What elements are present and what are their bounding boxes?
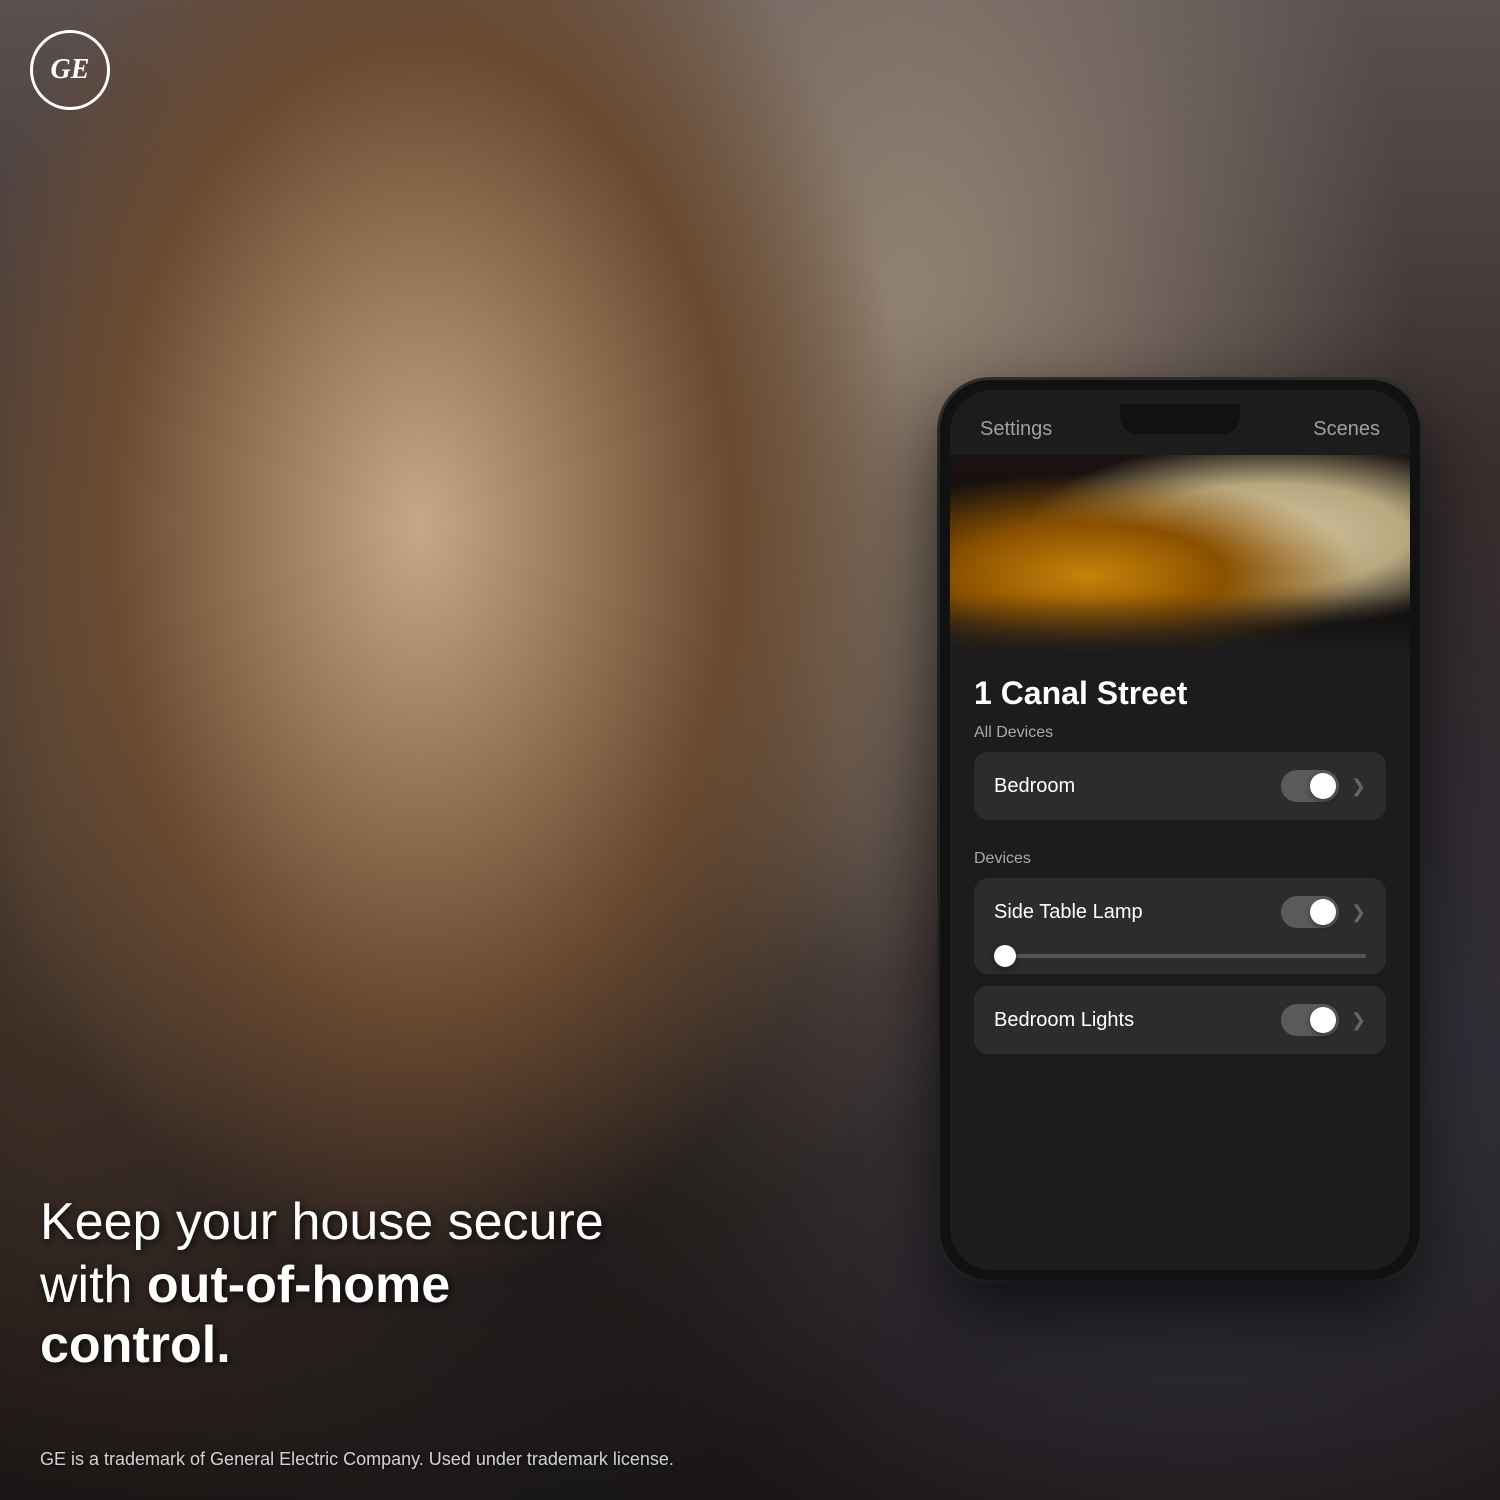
side-table-lamp-group: Side Table Lamp ❯ xyxy=(974,878,1386,974)
bedroom-lights-chevron-icon[interactable]: ❯ xyxy=(1351,1010,1366,1031)
brightness-slider-track[interactable] xyxy=(994,954,1366,958)
side-table-lamp-toggle[interactable] xyxy=(1281,896,1339,928)
side-table-lamp-chevron-icon[interactable]: ❯ xyxy=(1351,902,1366,923)
disclaimer-text: GE is a trademark of General Electric Co… xyxy=(40,1449,674,1470)
all-devices-label: All Devices xyxy=(974,724,1386,742)
bedroom-lights-row[interactable]: Bedroom Lights ❯ xyxy=(974,986,1386,1054)
bedroom-label: Bedroom xyxy=(994,775,1075,798)
phone-screen: Settings Scenes 1 Canal Street All Devic… xyxy=(950,390,1410,1270)
side-table-lamp-toggle-group: ❯ xyxy=(1281,896,1366,928)
ge-logo: GE xyxy=(30,30,110,110)
phone-hero-image xyxy=(950,455,1410,655)
bedroom-lights-toggle-group: ❯ xyxy=(1281,1004,1366,1036)
bedroom-row[interactable]: Bedroom ❯ xyxy=(974,752,1386,820)
bedroom-chevron-icon[interactable]: ❯ xyxy=(1351,776,1366,797)
side-table-lamp-label: Side Table Lamp xyxy=(994,901,1143,924)
ge-logo-text: GE xyxy=(51,54,90,86)
bedroom-toggle-group: ❯ xyxy=(1281,770,1366,802)
brightness-slider-row xyxy=(974,946,1386,974)
bedroom-lights-label: Bedroom Lights xyxy=(994,1009,1134,1032)
phone-location-section: 1 Canal Street All Devices Bedroom ❯ xyxy=(950,655,1410,828)
side-table-lamp-row[interactable]: Side Table Lamp ❯ xyxy=(974,878,1386,946)
phone-frame: Settings Scenes 1 Canal Street All Devic… xyxy=(940,380,1420,1280)
bedroom-lights-toggle[interactable] xyxy=(1281,1004,1339,1036)
bedroom-toggle-knob xyxy=(1310,773,1336,799)
bedroom-toggle[interactable] xyxy=(1281,770,1339,802)
devices-label: Devices xyxy=(974,850,1386,868)
settings-button[interactable]: Settings xyxy=(980,418,1052,441)
side-table-lamp-toggle-knob xyxy=(1310,899,1336,925)
tagline-block: Keep your house secure with out-of-home … xyxy=(40,1193,620,1380)
location-title: 1 Canal Street xyxy=(974,675,1386,712)
scenes-button[interactable]: Scenes xyxy=(1313,418,1380,441)
tagline-line1: Keep your house secure xyxy=(40,1193,620,1253)
devices-section: Devices Side Table Lamp ❯ xyxy=(950,828,1410,1062)
bedroom-lights-toggle-knob xyxy=(1310,1007,1336,1033)
tagline-line2: with out-of-home control. xyxy=(40,1256,620,1376)
phone-container: Settings Scenes 1 Canal Street All Devic… xyxy=(940,380,1420,1280)
brightness-slider-thumb[interactable] xyxy=(994,945,1016,967)
phone-notch xyxy=(1120,404,1240,434)
